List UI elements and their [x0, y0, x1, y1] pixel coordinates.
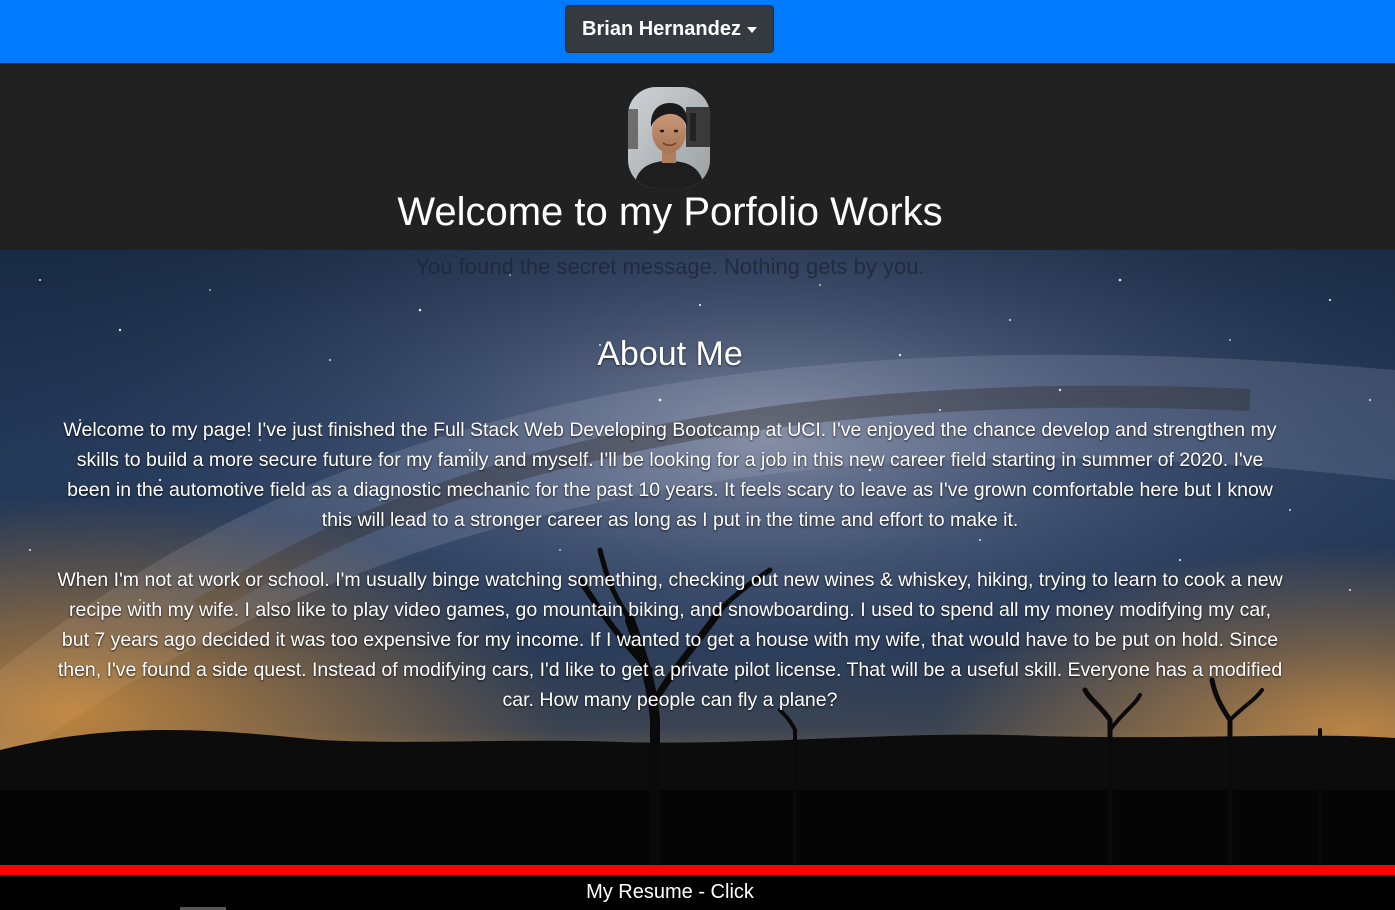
about-section: You found the secret message. Nothing ge…	[0, 250, 1395, 865]
profile-photo-icon	[628, 87, 710, 188]
header-section: Welcome to my Porfolio Works	[0, 63, 1395, 250]
caret-down-icon	[746, 27, 757, 33]
page-title: Welcome to my Porfolio Works	[397, 190, 943, 234]
name-dropdown-button[interactable]: Brian Hernandez	[565, 5, 774, 53]
about-paragraph-2: When I'm not at work or school. I'm usua…	[57, 569, 1283, 711]
dropdown-label: Brian Hernandez	[582, 17, 741, 40]
footer: My Resume - Click	[0, 875, 1395, 910]
top-navbar: Brian Hernandez	[0, 0, 1395, 63]
footer-divider	[0, 865, 1395, 875]
about-paragraph-1: Welcome to my page! I've just finished t…	[63, 419, 1277, 531]
resume-link[interactable]: My Resume - Click	[586, 881, 754, 904]
avatar	[628, 87, 710, 188]
secret-message: You found the secret message. Nothing ge…	[415, 254, 925, 279]
about-title: About Me	[597, 335, 743, 373]
